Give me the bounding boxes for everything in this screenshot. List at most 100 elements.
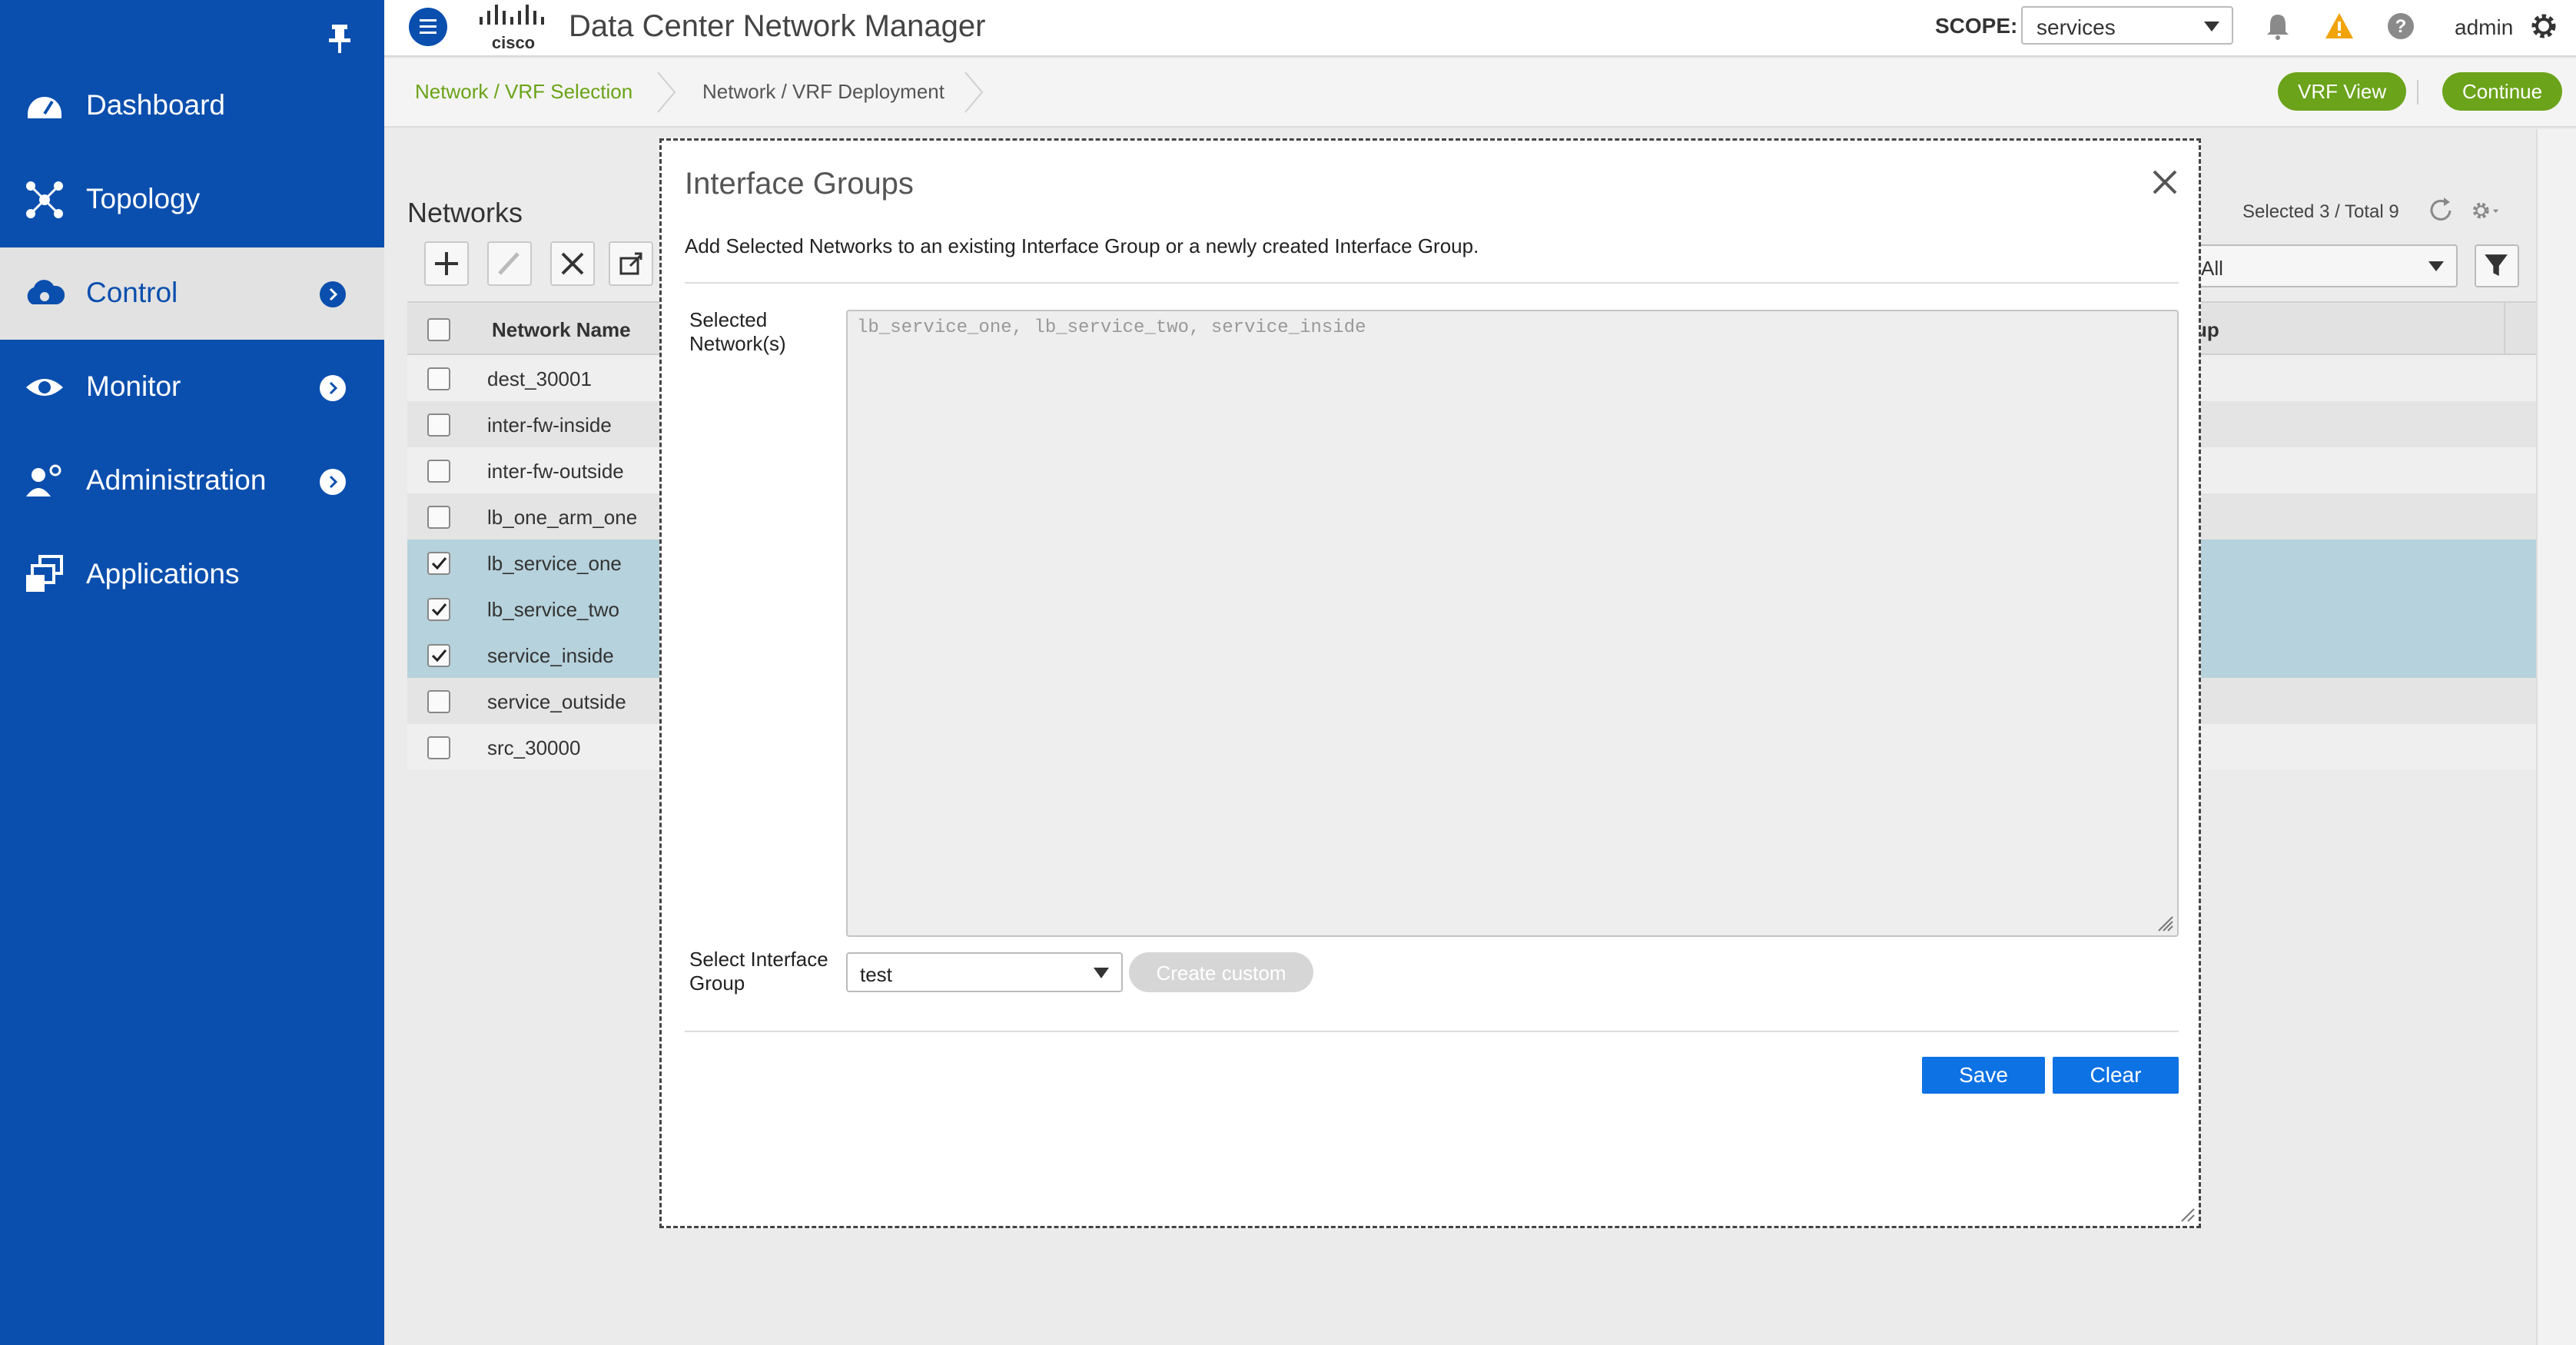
selected-networks-label-line1: Selected bbox=[689, 308, 768, 331]
save-button[interactable]: Save bbox=[1922, 1057, 2045, 1094]
filter-value: All bbox=[2201, 257, 2223, 280]
resize-grip-icon[interactable] bbox=[2177, 1204, 2196, 1223]
svg-text:?: ? bbox=[2395, 16, 2407, 37]
hamburger-icon bbox=[420, 19, 437, 34]
column-header-network-name[interactable]: Network Name bbox=[492, 318, 631, 342]
chevron-right-icon bbox=[964, 71, 984, 113]
plus-icon bbox=[435, 252, 458, 275]
row-checkbox[interactable] bbox=[427, 552, 450, 575]
scope-value: services bbox=[2037, 15, 2116, 39]
help-icon[interactable]: ? bbox=[2385, 11, 2416, 42]
row-checkbox[interactable] bbox=[427, 506, 450, 529]
dialog-title: Interface Groups bbox=[685, 167, 914, 201]
chevron-right-icon bbox=[320, 469, 346, 495]
add-button[interactable] bbox=[424, 241, 469, 286]
checkmark-icon bbox=[431, 603, 447, 616]
network-name-cell: lb_service_two bbox=[487, 598, 619, 621]
caret-down-icon bbox=[2428, 261, 2444, 271]
cisco-logo: cisco bbox=[476, 5, 550, 52]
divider bbox=[685, 282, 2179, 284]
continue-button[interactable]: Continue bbox=[2442, 72, 2563, 111]
close-icon[interactable] bbox=[2146, 164, 2183, 201]
vrf-view-button[interactable]: VRF View bbox=[2278, 72, 2407, 111]
selected-networks-textarea[interactable]: lb_service_one, lb_service_two, service_… bbox=[846, 310, 2179, 937]
row-checkbox[interactable] bbox=[427, 413, 450, 437]
selected-total-count: Selected 3 / Total 9 bbox=[2242, 201, 2399, 222]
nav-label-administration: Administration bbox=[86, 464, 267, 496]
breadcrumb-step-deployment[interactable]: Network / VRF Deployment bbox=[702, 80, 944, 104]
nav-item-dashboard[interactable]: Dashboard bbox=[0, 60, 384, 152]
export-button[interactable] bbox=[609, 241, 653, 286]
row-checkbox[interactable] bbox=[427, 367, 450, 390]
chevron-right-icon bbox=[657, 71, 676, 113]
filter-button[interactable] bbox=[2475, 244, 2519, 287]
network-name-cell: inter-fw-inside bbox=[487, 413, 612, 437]
breadcrumb-step-selection[interactable]: Network / VRF Selection bbox=[415, 80, 632, 104]
create-custom-button[interactable]: Create custom bbox=[1129, 952, 1313, 992]
row-checkbox[interactable] bbox=[427, 598, 450, 621]
delete-button[interactable] bbox=[550, 241, 595, 286]
row-checkbox[interactable] bbox=[427, 690, 450, 713]
refresh-icon[interactable] bbox=[2425, 195, 2456, 226]
checkmark-icon bbox=[431, 649, 447, 663]
interface-groups-dialog: Interface Groups Add Selected Networks t… bbox=[659, 138, 2201, 1228]
scope-select[interactable]: services bbox=[2021, 6, 2233, 45]
funnel-icon bbox=[2485, 254, 2508, 276]
network-name-cell: inter-fw-outside bbox=[487, 460, 624, 483]
scope-label: SCOPE: bbox=[1935, 14, 2018, 38]
nav-item-applications[interactable]: Applications bbox=[0, 529, 384, 621]
nav-item-topology[interactable]: Topology bbox=[0, 154, 384, 246]
nav-label-monitor: Monitor bbox=[86, 370, 181, 402]
network-name-cell: dest_30001 bbox=[487, 367, 592, 390]
network-name-cell: service_inside bbox=[487, 644, 614, 667]
bell-icon[interactable] bbox=[2262, 11, 2293, 42]
nav-label-topology: Topology bbox=[86, 183, 201, 214]
select-group-label-line1: Select Interface bbox=[689, 948, 828, 971]
column-divider bbox=[2504, 303, 2505, 357]
wizard-breadcrumb: Network / VRF Selection Network / VRF De… bbox=[384, 58, 2576, 128]
nav-item-control[interactable]: Control bbox=[0, 247, 384, 340]
cisco-logo-text: cisco bbox=[491, 33, 536, 52]
edit-button[interactable] bbox=[487, 241, 532, 286]
hamburger-menu-button[interactable] bbox=[409, 8, 447, 46]
admin-user-icon bbox=[26, 464, 61, 496]
resize-grip-icon[interactable] bbox=[2154, 912, 2174, 932]
divider bbox=[2417, 80, 2418, 105]
warning-icon[interactable] bbox=[2324, 11, 2355, 42]
pin-icon[interactable] bbox=[326, 23, 354, 54]
filter-select[interactable]: All bbox=[2192, 244, 2458, 287]
app-title: Data Center Network Manager bbox=[569, 9, 986, 43]
row-checkbox[interactable] bbox=[427, 460, 450, 483]
cisco-bars-icon bbox=[480, 5, 544, 25]
clear-button[interactable]: Clear bbox=[2053, 1057, 2179, 1094]
pencil-icon bbox=[498, 252, 520, 275]
nav-item-monitor[interactable]: Monitor bbox=[0, 341, 384, 433]
control-icon bbox=[27, 280, 65, 304]
nav-label-control: Control bbox=[86, 277, 178, 308]
caret-down-icon bbox=[1094, 968, 1109, 978]
sidebar: Dashboard Topology Control Monitor Admin… bbox=[0, 0, 384, 1345]
networks-title: Networks bbox=[407, 197, 523, 228]
interface-group-select[interactable]: test bbox=[846, 952, 1123, 992]
nav-label-applications: Applications bbox=[86, 558, 240, 589]
row-checkbox[interactable] bbox=[427, 644, 450, 667]
network-name-cell: src_30000 bbox=[487, 736, 581, 759]
selected-networks-label-line2: Network(s) bbox=[689, 332, 786, 355]
nav-label-dashboard: Dashboard bbox=[86, 89, 226, 121]
top-header: cisco Data Center Network Manager SCOPE:… bbox=[384, 0, 2576, 57]
user-name[interactable]: admin bbox=[2455, 15, 2513, 40]
select-all-checkbox[interactable] bbox=[427, 318, 450, 341]
row-checkbox[interactable] bbox=[427, 736, 450, 759]
settings-gear-icon[interactable] bbox=[2470, 195, 2501, 226]
dashboard-icon bbox=[28, 97, 61, 118]
nav-item-administration[interactable]: Administration bbox=[0, 435, 384, 527]
dialog-description: Add Selected Networks to an existing Int… bbox=[685, 234, 1479, 257]
close-icon bbox=[561, 252, 584, 275]
network-name-cell: lb_one_arm_one bbox=[487, 506, 638, 529]
vertical-scrollbar[interactable] bbox=[2536, 129, 2576, 1345]
selected-networks-value: lb_service_one, lb_service_two, service_… bbox=[857, 317, 1366, 338]
select-group-label-line2: Group bbox=[689, 971, 745, 995]
select-interface-group-label: Select Interface Group bbox=[689, 948, 843, 995]
gear-icon[interactable] bbox=[2528, 11, 2559, 42]
checkmark-icon bbox=[431, 557, 447, 570]
